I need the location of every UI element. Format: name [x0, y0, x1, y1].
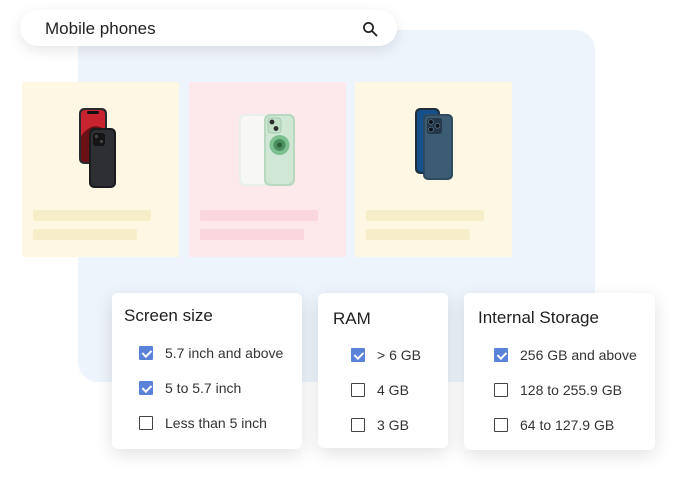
filter-option-label: 128 to 255.9 GB — [520, 382, 622, 398]
checkbox[interactable] — [494, 383, 508, 397]
filter-screen-size: Screen size 5.7 inch and above 5 to 5.7 … — [112, 293, 302, 449]
filter-internal-storage: Internal Storage 256 GB and above 128 to… — [464, 293, 655, 450]
placeholder-line — [366, 229, 470, 240]
search-bar[interactable]: Mobile phones — [20, 10, 397, 46]
placeholder-line — [33, 210, 151, 221]
checkbox[interactable] — [351, 383, 365, 397]
checkbox[interactable] — [351, 418, 365, 432]
placeholder-line — [33, 229, 137, 240]
filter-ram: RAM > 6 GB 4 GB 3 GB — [318, 293, 448, 448]
search-input[interactable]: Mobile phones — [45, 19, 156, 39]
filter-option-label: 64 to 127.9 GB — [520, 417, 615, 433]
filter-title: Internal Storage — [478, 308, 599, 327]
filter-option-label: Less than 5 inch — [165, 415, 267, 431]
search-icon[interactable] — [362, 21, 378, 37]
placeholder-line — [366, 210, 484, 221]
checkbox[interactable] — [351, 348, 365, 362]
filter-option-label: 256 GB and above — [520, 347, 637, 363]
checkbox[interactable] — [494, 418, 508, 432]
phone-image — [415, 108, 453, 180]
checkbox[interactable] — [139, 381, 153, 395]
filter-title: RAM — [333, 309, 371, 328]
filter-option-label: 4 GB — [377, 382, 409, 398]
filter-option-label: 5.7 inch and above — [165, 345, 284, 361]
product-card[interactable] — [355, 82, 512, 257]
product-card[interactable] — [189, 82, 346, 257]
checkbox[interactable] — [139, 416, 153, 430]
product-card[interactable] — [22, 82, 179, 257]
placeholder-line — [200, 229, 304, 240]
phone-image — [239, 114, 295, 186]
checkbox[interactable] — [494, 348, 508, 362]
phone-image — [79, 108, 116, 188]
filter-title: Screen size — [124, 306, 213, 325]
placeholder-line — [200, 210, 318, 221]
filter-option-label: > 6 GB — [377, 347, 421, 363]
filter-option-label: 3 GB — [377, 417, 409, 433]
checkbox[interactable] — [139, 346, 153, 360]
filter-option-label: 5 to 5.7 inch — [165, 380, 242, 396]
